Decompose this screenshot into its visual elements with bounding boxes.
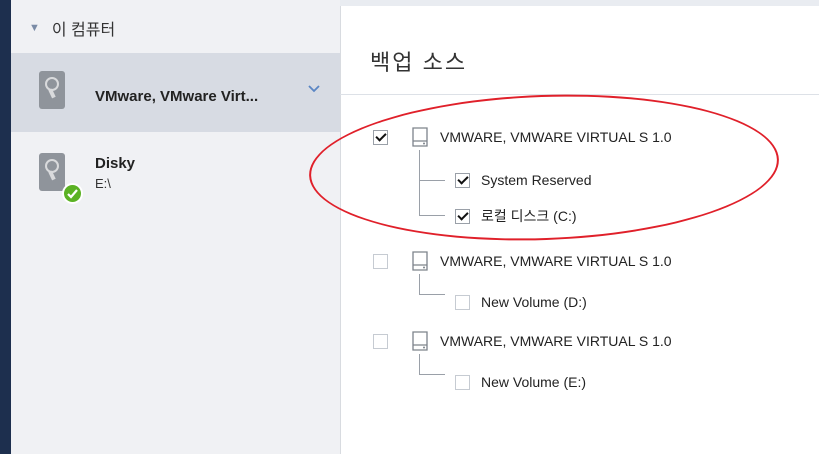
window-left-edge <box>0 0 11 454</box>
partition-row[interactable]: New Volume (D:) <box>455 291 587 313</box>
sidebar-item-disky-label: Disky <box>95 155 136 172</box>
sidebar-header-label: 이 컴퓨터 <box>51 22 116 39</box>
annotation-circle <box>306 86 782 249</box>
partition-row[interactable]: New Volume (E:) <box>455 371 586 393</box>
chevron-down-icon[interactable] <box>308 84 320 94</box>
disk-checkbox[interactable] <box>373 333 388 349</box>
disk-icon <box>412 331 428 351</box>
tree-connector <box>419 274 445 295</box>
hard-drive-icon <box>39 153 65 191</box>
sidebar-item-disky-path: E:\ <box>95 176 111 191</box>
partition-label: New Volume (D:) <box>481 294 587 310</box>
status-ok-icon <box>62 183 83 204</box>
sidebar-item-vmware-label: VMware, VMware Virt... <box>95 88 259 105</box>
disk-label: VMWARE, VMWARE VIRTUAL S 1.0 <box>440 253 672 269</box>
page-title: 백업 소스 <box>370 50 468 75</box>
sidebar-tree-header[interactable]: ▼ 이 컴퓨터 <box>29 17 115 39</box>
tree-connector <box>419 354 445 375</box>
collapse-triangle-icon[interactable]: ▼ <box>29 22 40 34</box>
partition-label: New Volume (E:) <box>481 374 587 390</box>
partition-checkbox[interactable] <box>455 294 470 310</box>
disk-icon <box>412 251 428 271</box>
top-border <box>340 0 819 6</box>
partition-checkbox[interactable] <box>455 374 470 390</box>
hard-drive-icon <box>39 71 65 109</box>
disk-label: VMWARE, VMWARE VIRTUAL S 1.0 <box>440 333 672 349</box>
disk-checkbox[interactable] <box>373 253 388 269</box>
